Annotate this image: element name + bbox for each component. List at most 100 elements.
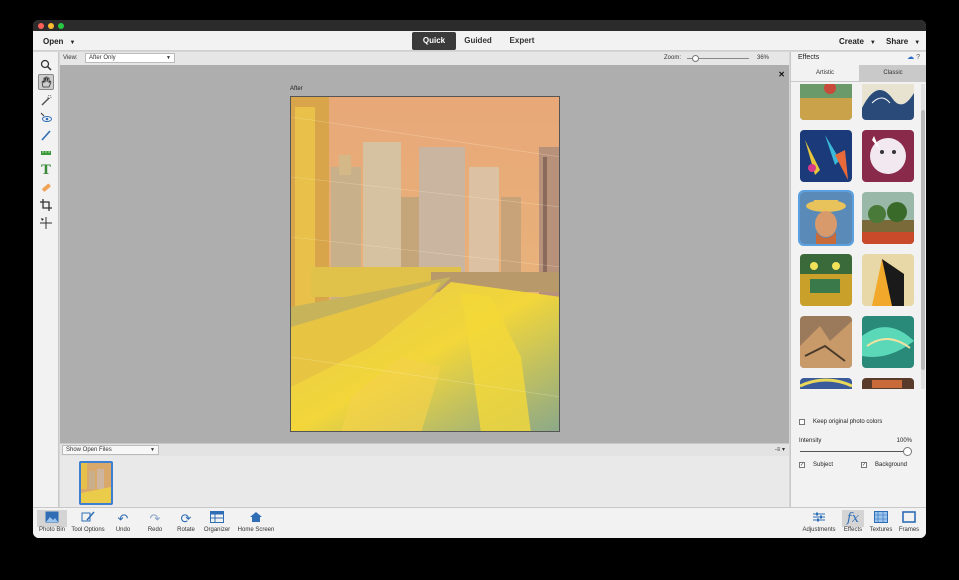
zoom-window-button[interactable] [58, 23, 64, 29]
app-window: Open ▼ Quick Guided Expert Create ▼ Share ▼… [33, 20, 926, 538]
subject-checkbox[interactable]: ✓ [799, 462, 805, 468]
adjustments-button[interactable]: Adjustments [801, 510, 837, 533]
effect-thumbnail[interactable] [862, 254, 914, 306]
background-checkbox[interactable]: ✓ [861, 462, 867, 468]
tool-options-icon [69, 510, 107, 527]
close-window-button[interactable] [38, 23, 44, 29]
minimize-window-button[interactable] [48, 23, 54, 29]
subject-row: ✓ Subject [799, 462, 833, 468]
show-files-select[interactable]: Show Open Files ▼ [62, 445, 159, 455]
effects-scrollbar-thumb[interactable] [921, 110, 925, 370]
whiten-teeth-icon[interactable] [38, 127, 54, 143]
textures-button[interactable]: Textures [868, 510, 894, 533]
tab-classic[interactable]: Classic [859, 65, 926, 81]
close-document-icon[interactable]: ✕ [778, 70, 785, 79]
effect-thumbnail-selected[interactable] [798, 190, 854, 246]
bottom-toolbar: Photo Bin Tool Options ↶ Undo ↷ Redo ⟳ R… [33, 507, 926, 538]
tab-expert[interactable]: Expert [500, 32, 544, 50]
edited-photo[interactable] [290, 96, 560, 432]
panel-icons: ☁ ? [907, 53, 920, 61]
organizer-button[interactable]: Organizer [202, 510, 232, 533]
photo-bin-button[interactable]: Photo Bin [37, 510, 67, 533]
view-select-value: After Only [89, 55, 116, 61]
effect-thumbnail[interactable] [862, 316, 914, 368]
intensity-slider-track[interactable] [800, 451, 908, 452]
intensity-value: 100% [896, 438, 912, 444]
redo-button[interactable]: ↷ Redo [143, 510, 167, 533]
redo-icon: ↷ [149, 511, 161, 526]
effect-thumbnail[interactable] [800, 316, 852, 368]
mode-tabs: Quick Guided Expert [412, 32, 544, 50]
tab-artistic[interactable]: Artistic [791, 65, 859, 81]
effect-thumbnail[interactable] [862, 378, 914, 389]
photo-bin-icon [37, 510, 67, 527]
effect-thumbnail[interactable] [800, 378, 852, 389]
intensity-label: Intensity [799, 438, 822, 444]
photo-bin [60, 456, 789, 507]
hand-tool-icon[interactable] [38, 74, 54, 90]
chevron-down-icon: ▼ [69, 40, 76, 46]
move-tool-icon[interactable] [38, 215, 54, 231]
bin-options-icon[interactable]: -≡ ▾ [775, 446, 785, 453]
textures-icon [868, 510, 894, 527]
straighten-icon[interactable] [38, 145, 54, 161]
quick-selection-icon[interactable] [38, 92, 54, 108]
tab-guided[interactable]: Guided [456, 32, 500, 50]
home-icon [236, 510, 276, 527]
zoom-tool-icon[interactable] [38, 57, 54, 73]
rotate-label: Rotate [177, 527, 195, 533]
view-select[interactable]: After Only ▼ [85, 53, 175, 63]
chevron-down-icon: ▼ [914, 40, 921, 46]
background-label: Background [875, 462, 908, 468]
crop-tool-icon[interactable] [38, 197, 54, 213]
frames-icon [897, 510, 921, 527]
create-button[interactable]: Create ▼ [839, 37, 876, 46]
keep-colors-row: Keep original photo colors [799, 419, 882, 425]
organizer-icon [202, 510, 232, 527]
tool-options-button[interactable]: Tool Options [69, 510, 107, 533]
menu-bar: Open ▼ Quick Guided Expert Create ▼ Share ▼ [33, 31, 926, 51]
intensity-slider-knob[interactable] [903, 447, 912, 456]
home-screen-button[interactable]: Home Screen [236, 510, 276, 533]
undo-icon: ↶ [117, 511, 129, 526]
cloud-icon[interactable]: ☁ [907, 54, 914, 61]
textures-label: Textures [869, 527, 893, 533]
effect-thumbnail[interactable] [800, 84, 852, 120]
view-label: View: [63, 55, 78, 61]
adjustments-icon [801, 510, 837, 527]
effect-thumbnail[interactable] [862, 84, 914, 120]
canvas-area: ✕ After [60, 65, 789, 443]
effects-label: Effects [843, 527, 863, 533]
tab-quick[interactable]: Quick [412, 32, 456, 50]
redo-label: Redo [147, 527, 163, 533]
spot-healing-icon[interactable] [38, 180, 54, 196]
show-files-value: Show Open Files [66, 447, 112, 453]
effect-thumbnail[interactable] [862, 130, 914, 182]
effects-button[interactable]: fx Effects [842, 510, 864, 533]
effect-thumbnail[interactable] [800, 130, 852, 182]
share-button[interactable]: Share ▼ [886, 37, 920, 46]
effects-panel: Effects ☁ ? Artistic Classic Keep origin… [790, 52, 926, 507]
keep-colors-checkbox[interactable] [799, 419, 805, 425]
frames-button[interactable]: Frames [897, 510, 921, 533]
red-eye-icon[interactable] [38, 110, 54, 126]
rotate-button[interactable]: ⟳ Rotate [174, 510, 198, 533]
open-button[interactable]: Open ▼ [43, 37, 75, 46]
keep-colors-label: Keep original photo colors [813, 419, 883, 425]
photo-bin-bar: Show Open Files ▼ -≡ ▾ [60, 443, 789, 456]
after-label: After [290, 86, 303, 92]
zoom-label: Zoom: [664, 55, 682, 61]
chevron-down-icon: ▼ [150, 447, 155, 453]
undo-label: Undo [115, 527, 131, 533]
title-bar [33, 20, 926, 31]
effect-thumbnail[interactable] [862, 192, 914, 244]
help-icon[interactable]: ? [916, 54, 920, 61]
tool-options-label: Tool Options [71, 527, 105, 533]
photo-thumbnail[interactable] [79, 461, 113, 505]
undo-button[interactable]: ↶ Undo [111, 510, 135, 533]
effect-thumbnail[interactable] [800, 254, 852, 306]
photo-bin-label: Photo Bin [38, 527, 66, 533]
type-tool-icon[interactable]: T [38, 162, 54, 178]
rotate-icon: ⟳ [180, 511, 192, 526]
zoom-slider-knob[interactable] [692, 55, 699, 62]
